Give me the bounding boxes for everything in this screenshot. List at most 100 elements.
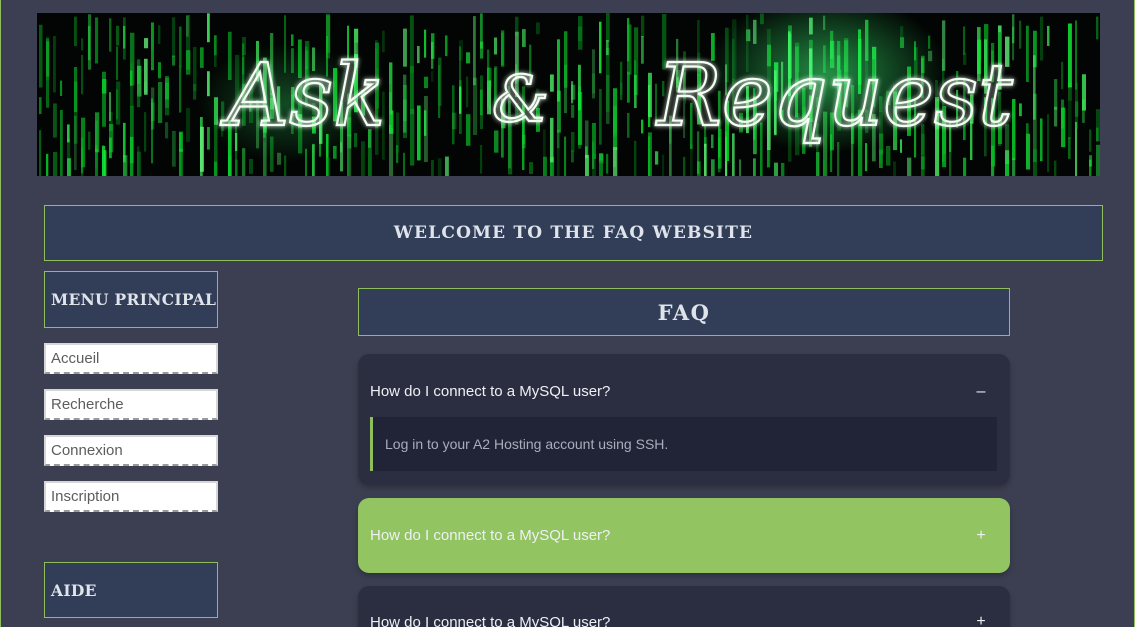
matrix-rain-streak xyxy=(1096,144,1100,176)
nav-item-connexion[interactable]: Connexion xyxy=(44,435,218,466)
matrix-rain-streak xyxy=(1012,14,1015,44)
matrix-rain-streak xyxy=(74,81,78,144)
matrix-rain-streak xyxy=(186,15,189,37)
matrix-rain-streak xyxy=(1075,101,1079,117)
matrix-rain-streak xyxy=(53,36,56,93)
matrix-rain-streak xyxy=(396,112,400,153)
matrix-rain-streak xyxy=(200,47,204,68)
matrix-rain-streak xyxy=(480,145,483,174)
matrix-rain-streak xyxy=(46,153,49,176)
matrix-rain-streak xyxy=(592,153,596,176)
matrix-rain-streak xyxy=(599,21,602,74)
matrix-rain-streak xyxy=(214,35,217,56)
matrix-rain-streak xyxy=(711,159,715,176)
matrix-rain-streak xyxy=(1033,55,1036,120)
matrix-rain-streak xyxy=(627,24,632,75)
matrix-rain-streak xyxy=(613,147,618,176)
collapse-icon[interactable]: – xyxy=(972,383,990,401)
matrix-rain-streak xyxy=(88,131,91,150)
matrix-rain-streak xyxy=(599,160,603,176)
matrix-rain-streak xyxy=(564,31,568,88)
matrix-rain-streak xyxy=(641,15,645,38)
matrix-rain-streak xyxy=(1026,25,1029,82)
matrix-rain-streak xyxy=(1054,160,1057,176)
matrix-rain-streak xyxy=(417,46,420,64)
matrix-rain-streak xyxy=(893,161,897,176)
matrix-rain-streak xyxy=(753,158,756,176)
nav-item-inscription[interactable]: Inscription xyxy=(44,481,218,512)
matrix-rain-streak xyxy=(627,71,630,103)
matrix-rain-streak xyxy=(571,132,575,152)
matrix-rain-streak xyxy=(627,112,630,138)
faq-question-header[interactable]: How do I connect to a MySQL user? + xyxy=(370,586,998,627)
matrix-rain-streak xyxy=(60,110,63,176)
matrix-rain-streak xyxy=(361,141,365,176)
matrix-rain-streak xyxy=(144,112,147,152)
matrix-banner-image: Ask & Request xyxy=(39,13,1100,176)
matrix-rain-streak xyxy=(494,37,498,55)
matrix-rain-streak xyxy=(249,158,254,174)
welcome-heading: WELCOME TO THE FAQ WEBSITE xyxy=(44,205,1103,261)
matrix-rain-streak xyxy=(144,38,149,49)
matrix-rain-streak xyxy=(480,41,484,59)
matrix-rain-streak xyxy=(1089,155,1093,167)
matrix-rain-streak xyxy=(599,88,602,145)
faq-question-header[interactable]: How do I connect to a MySQL user? + xyxy=(370,498,998,573)
matrix-rain-streak xyxy=(578,16,583,50)
banner-ampersand: & xyxy=(492,63,549,137)
matrix-rain-streak xyxy=(452,112,457,130)
faq-answer-text: Log in to your A2 Hosting account using … xyxy=(370,417,997,471)
matrix-rain-streak xyxy=(445,156,449,176)
matrix-rain-streak xyxy=(326,157,331,176)
matrix-rain-streak xyxy=(53,103,57,138)
matrix-rain-streak xyxy=(1005,160,1010,176)
matrix-rain-streak xyxy=(445,35,448,57)
matrix-rain-streak xyxy=(424,76,429,89)
matrix-rain-streak xyxy=(1068,137,1071,159)
nav-item-accueil[interactable]: Accueil xyxy=(44,343,218,374)
matrix-rain-streak xyxy=(109,18,112,52)
matrix-rain-streak xyxy=(116,25,120,46)
matrix-rain-streak xyxy=(39,130,42,176)
matrix-rain-streak xyxy=(137,146,140,176)
matrix-rain-streak xyxy=(606,153,609,174)
matrix-rain-streak xyxy=(1082,74,1087,111)
matrix-rain-streak xyxy=(641,119,644,134)
expand-icon[interactable]: + xyxy=(972,527,990,545)
matrix-rain-streak xyxy=(102,71,106,127)
matrix-rain-streak xyxy=(116,81,121,125)
faq-title: FAQ xyxy=(358,288,1010,336)
matrix-rain-streak xyxy=(403,28,407,67)
matrix-rain-streak xyxy=(95,112,100,153)
banner-word-ask: Ask xyxy=(220,46,385,146)
matrix-rain-streak xyxy=(655,151,659,165)
matrix-rain-streak xyxy=(151,87,155,130)
matrix-rain-streak xyxy=(662,154,665,176)
matrix-rain-streak xyxy=(1054,79,1058,110)
faq-item-collapsed: How do I connect to a MySQL user? + xyxy=(358,586,1010,627)
matrix-rain-streak xyxy=(1019,20,1022,49)
matrix-rain-streak xyxy=(179,131,183,152)
matrix-rain-streak xyxy=(39,24,43,88)
matrix-rain-streak xyxy=(172,130,176,167)
matrix-rain-streak xyxy=(207,13,210,43)
nav-item-recherche[interactable]: Recherche xyxy=(44,389,218,420)
matrix-rain-streak xyxy=(879,149,883,169)
matrix-rain-streak xyxy=(739,159,742,176)
matrix-rain-streak xyxy=(417,105,421,161)
expand-icon[interactable]: + xyxy=(972,613,990,627)
matrix-rain-streak xyxy=(557,39,560,102)
matrix-rain-streak xyxy=(67,124,70,143)
faq-question-text: How do I connect to a MySQL user? xyxy=(370,527,611,544)
matrix-rain-streak xyxy=(81,54,84,95)
matrix-rain-streak xyxy=(1012,158,1016,176)
matrix-rain-streak xyxy=(620,61,623,101)
matrix-rain-streak xyxy=(634,60,637,78)
matrix-rain-streak xyxy=(389,84,392,125)
matrix-rain-streak xyxy=(578,91,583,145)
matrix-rain-streak xyxy=(424,29,427,58)
matrix-rain-streak xyxy=(1040,16,1044,61)
matrix-rain-streak xyxy=(704,143,707,176)
matrix-rain-streak xyxy=(648,136,651,176)
matrix-rain-streak xyxy=(1026,123,1029,166)
